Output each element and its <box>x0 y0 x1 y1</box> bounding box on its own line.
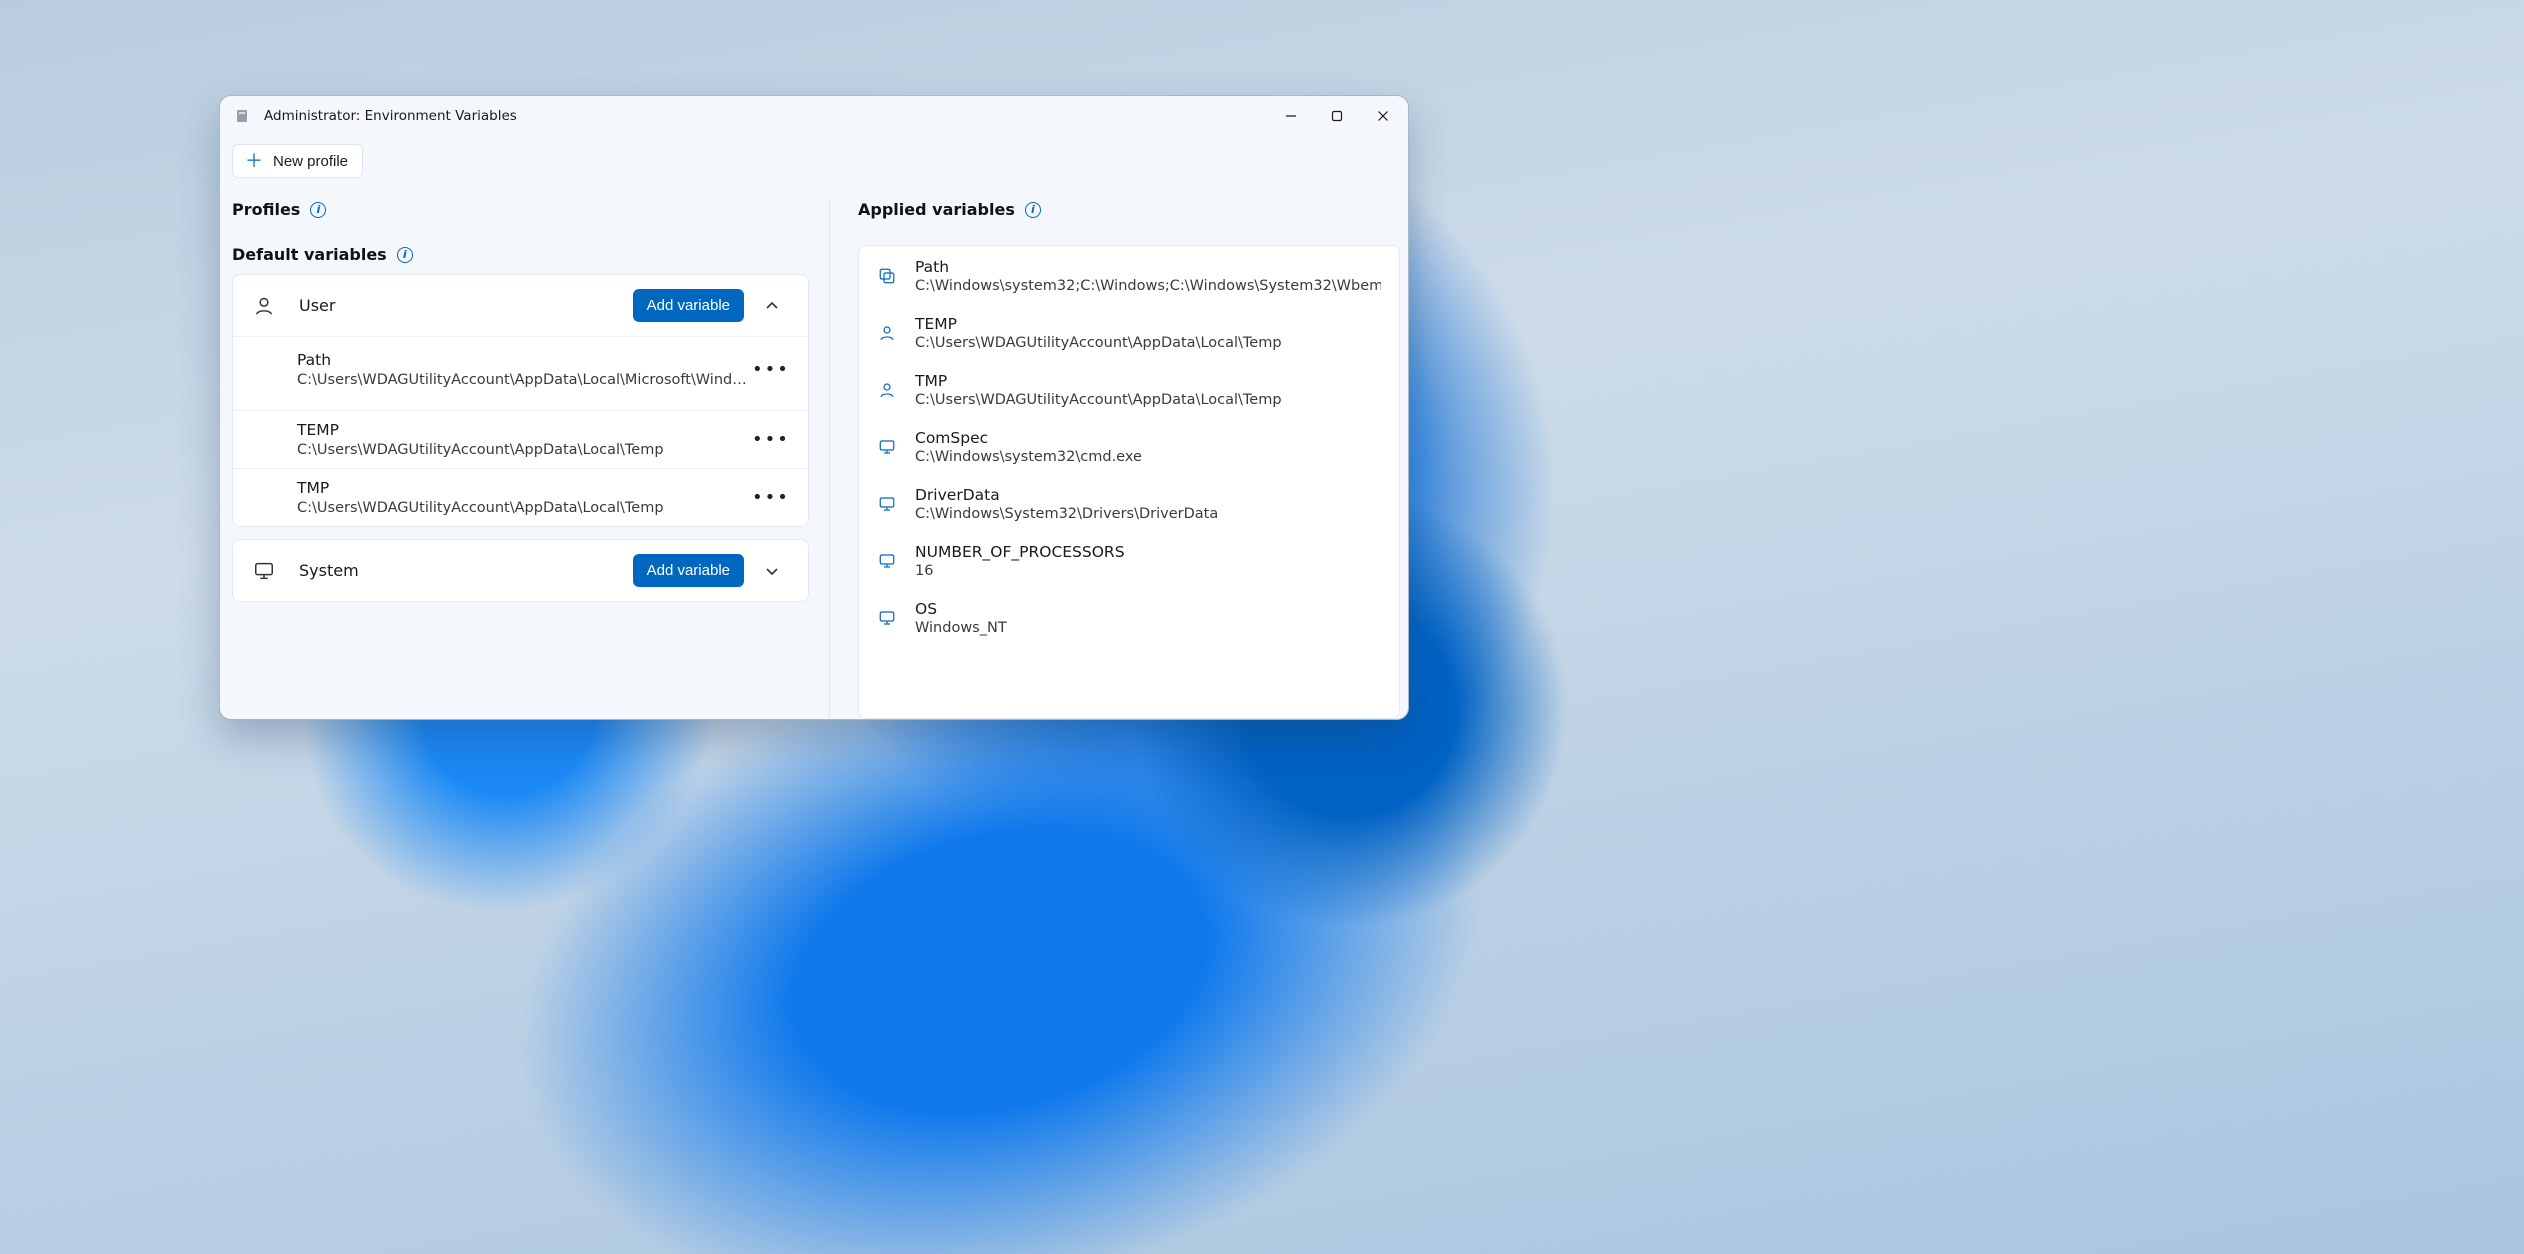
new-profile-label: New profile <box>273 153 348 170</box>
applied-row[interactable]: OS Windows_NT <box>859 591 1399 648</box>
window-title: Administrator: Environment Variables <box>264 108 517 124</box>
info-icon[interactable]: i <box>310 202 326 218</box>
desktop-icon <box>877 438 897 456</box>
variable-value: C:\Users\WDAGUtilityAccount\AppData\Loca… <box>297 500 752 516</box>
applied-name: DriverData <box>915 486 1381 504</box>
variable-value: C:\Users\WDAGUtilityAccount\AppData\Loca… <box>297 372 752 388</box>
variable-name: TEMP <box>297 421 752 439</box>
applied-value: C:\Users\WDAGUtilityAccount\AppData\Loca… <box>915 335 1381 351</box>
desktop-icon <box>877 495 897 513</box>
minimize-button[interactable] <box>1268 96 1314 136</box>
add-variable-button-system[interactable]: Add variable <box>633 554 744 587</box>
plus-icon: ＋ <box>245 152 263 170</box>
variable-name: Path <box>297 351 752 369</box>
window: Administrator: Environment Variables ＋ N… <box>219 95 1409 720</box>
maximize-button[interactable] <box>1314 96 1360 136</box>
right-pane: Applied variables i Path C:\Windows\syst… <box>830 200 1400 719</box>
applied-name: TEMP <box>915 315 1381 333</box>
scope-card-system: System Add variable <box>232 539 809 602</box>
chevron-down-icon[interactable] <box>756 555 788 587</box>
desktop-icon <box>877 552 897 570</box>
scope-label: User <box>299 296 335 315</box>
applied-value: 16 <box>915 563 1381 579</box>
default-variables-heading: Default variables i <box>232 245 809 264</box>
more-icon[interactable]: ••• <box>752 359 786 380</box>
applied-row[interactable]: TEMP C:\Users\WDAGUtilityAccount\AppData… <box>859 306 1399 363</box>
info-icon[interactable]: i <box>397 247 413 263</box>
applied-value: C:\Windows\system32\cmd.exe <box>915 449 1381 465</box>
variable-row[interactable]: Path C:\Users\WDAGUtilityAccount\AppData… <box>233 336 808 410</box>
applied-row[interactable]: NUMBER_OF_PROCESSORS 16 <box>859 534 1399 591</box>
window-controls <box>1268 96 1406 136</box>
applied-value: C:\Windows\system32;C:\Windows;C:\Window… <box>915 278 1381 294</box>
titlebar[interactable]: Administrator: Environment Variables <box>220 96 1408 136</box>
scope-card-user: User Add variable Path C:\Users\WDAGUtil… <box>232 274 809 527</box>
variable-row[interactable]: TEMP C:\Users\WDAGUtilityAccount\AppData… <box>233 410 808 468</box>
applied-value: C:\Users\WDAGUtilityAccount\AppData\Loca… <box>915 392 1381 408</box>
applied-heading: Applied variables i <box>858 200 1400 219</box>
user-variable-list: Path C:\Users\WDAGUtilityAccount\AppData… <box>233 336 808 526</box>
person-icon <box>877 381 897 399</box>
person-icon <box>253 295 277 317</box>
profiles-heading: Profiles i <box>232 200 809 219</box>
applied-name: ComSpec <box>915 429 1381 447</box>
more-icon[interactable]: ••• <box>752 429 786 450</box>
applied-name: NUMBER_OF_PROCESSORS <box>915 543 1381 561</box>
applied-name: OS <box>915 600 1381 618</box>
applied-row[interactable]: DriverData C:\Windows\System32\Drivers\D… <box>859 477 1399 534</box>
merged-icon <box>877 267 897 285</box>
applied-value: C:\Windows\System32\Drivers\DriverData <box>915 506 1381 522</box>
toolbar: ＋ New profile <box>220 136 1408 178</box>
chevron-up-icon[interactable] <box>756 290 788 322</box>
left-pane: Profiles i Default variables i User Add … <box>232 200 830 719</box>
desktop-icon <box>877 609 897 627</box>
applied-value: Windows_NT <box>915 620 1381 636</box>
scope-header-system[interactable]: System Add variable <box>233 540 808 601</box>
add-variable-button-user[interactable]: Add variable <box>633 289 744 322</box>
info-icon[interactable]: i <box>1025 202 1041 218</box>
applied-row[interactable]: ComSpec C:\Windows\system32\cmd.exe <box>859 420 1399 477</box>
variable-value: C:\Users\WDAGUtilityAccount\AppData\Loca… <box>297 442 752 458</box>
new-profile-button[interactable]: ＋ New profile <box>232 144 363 178</box>
person-icon <box>877 324 897 342</box>
applied-variable-list: Path C:\Windows\system32;C:\Windows;C:\W… <box>858 245 1400 719</box>
scope-label: System <box>299 561 359 580</box>
more-icon[interactable]: ••• <box>752 487 786 508</box>
applied-row[interactable]: Path C:\Windows\system32;C:\Windows;C:\W… <box>859 246 1399 306</box>
applied-row[interactable]: TMP C:\Users\WDAGUtilityAccount\AppData\… <box>859 363 1399 420</box>
app-icon <box>234 108 250 124</box>
desktop-icon <box>253 560 277 582</box>
close-button[interactable] <box>1360 96 1406 136</box>
applied-name: TMP <box>915 372 1381 390</box>
applied-name: Path <box>915 258 1381 276</box>
scope-header-user[interactable]: User Add variable <box>233 275 808 336</box>
variable-row[interactable]: TMP C:\Users\WDAGUtilityAccount\AppData\… <box>233 468 808 526</box>
variable-name: TMP <box>297 479 752 497</box>
